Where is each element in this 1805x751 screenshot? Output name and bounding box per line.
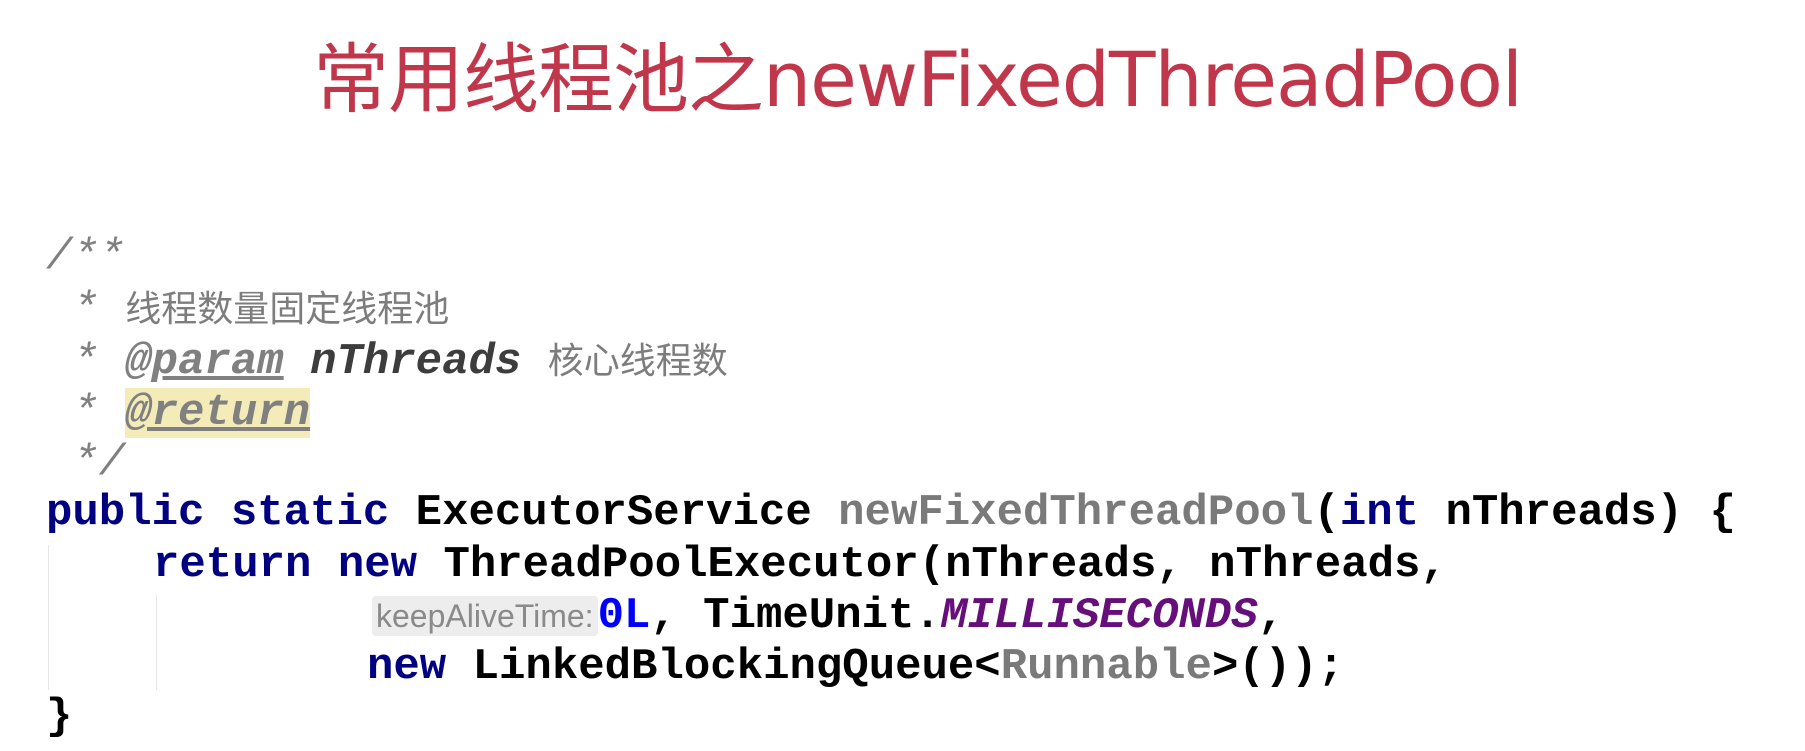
indent-guide [48,545,49,690]
comment-open: /** [46,232,126,282]
parameter-hint: keepAliveTime: [372,596,598,636]
keyword-int: int [1339,488,1420,538]
constant: MILLISECONDS [940,591,1258,641]
comment-star: * [46,285,126,335]
indent-guide [156,595,157,690]
method-name: newFixedThreadPool [838,488,1314,538]
params: nThreads) { [1419,488,1736,538]
comment-star: * [46,388,126,438]
return-tag: @return [125,388,311,438]
code-line-keepalive: keepAliveTime:0L, TimeUnit.MILLISECONDS, [372,591,1284,641]
comment-description: 线程数量固定线程池 [125,289,450,330]
timeunit: , TimeUnit. [650,591,941,641]
comment-description-line: * 线程数量固定线程池 [46,285,449,335]
call-end: >()); [1211,642,1344,692]
return-type: ExecutorService [415,488,839,538]
constructor-call: ThreadPoolExecutor(nThreads, nThreads, [443,540,1447,590]
param-tag: @param [125,337,284,387]
comma: , [1257,591,1285,641]
comment-param-line: * @param nThreads 核心线程数 [46,337,728,387]
keyword: return new [153,540,444,590]
comment-return-line: * @return [46,388,311,438]
param-description: 核心线程数 [547,341,728,382]
code-line-return: return new ThreadPoolExecutor(nThreads, … [153,540,1447,590]
param-name: nThreads [310,337,522,387]
keyword: public static [46,488,416,538]
slide-title: 常用线程池之newFixedThreadPool [313,35,1523,124]
number-literal: 0L [597,591,651,641]
keyword: new [367,642,473,692]
comment-close: */ [46,438,126,488]
paren: ( [1313,488,1340,538]
queue-type: LinkedBlockingQueue< [472,642,1001,692]
code-line-signature: public static ExecutorService newFixedTh… [46,488,1736,538]
closing-brace: } [46,692,73,742]
code-line-queue: new LinkedBlockingQueue<Runnable>()); [367,642,1344,692]
comment-star: * [46,337,126,387]
generic-type: Runnable [1000,642,1212,692]
